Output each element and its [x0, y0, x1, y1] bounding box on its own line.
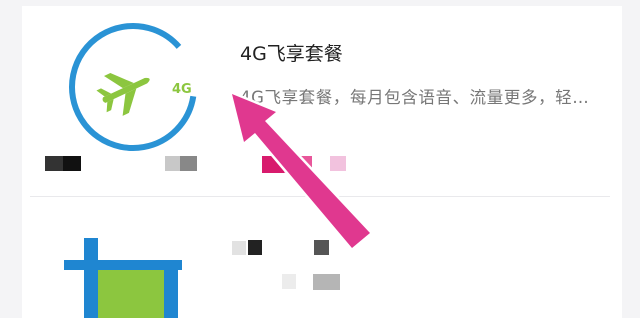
arrow-icon: [229, 91, 373, 251]
